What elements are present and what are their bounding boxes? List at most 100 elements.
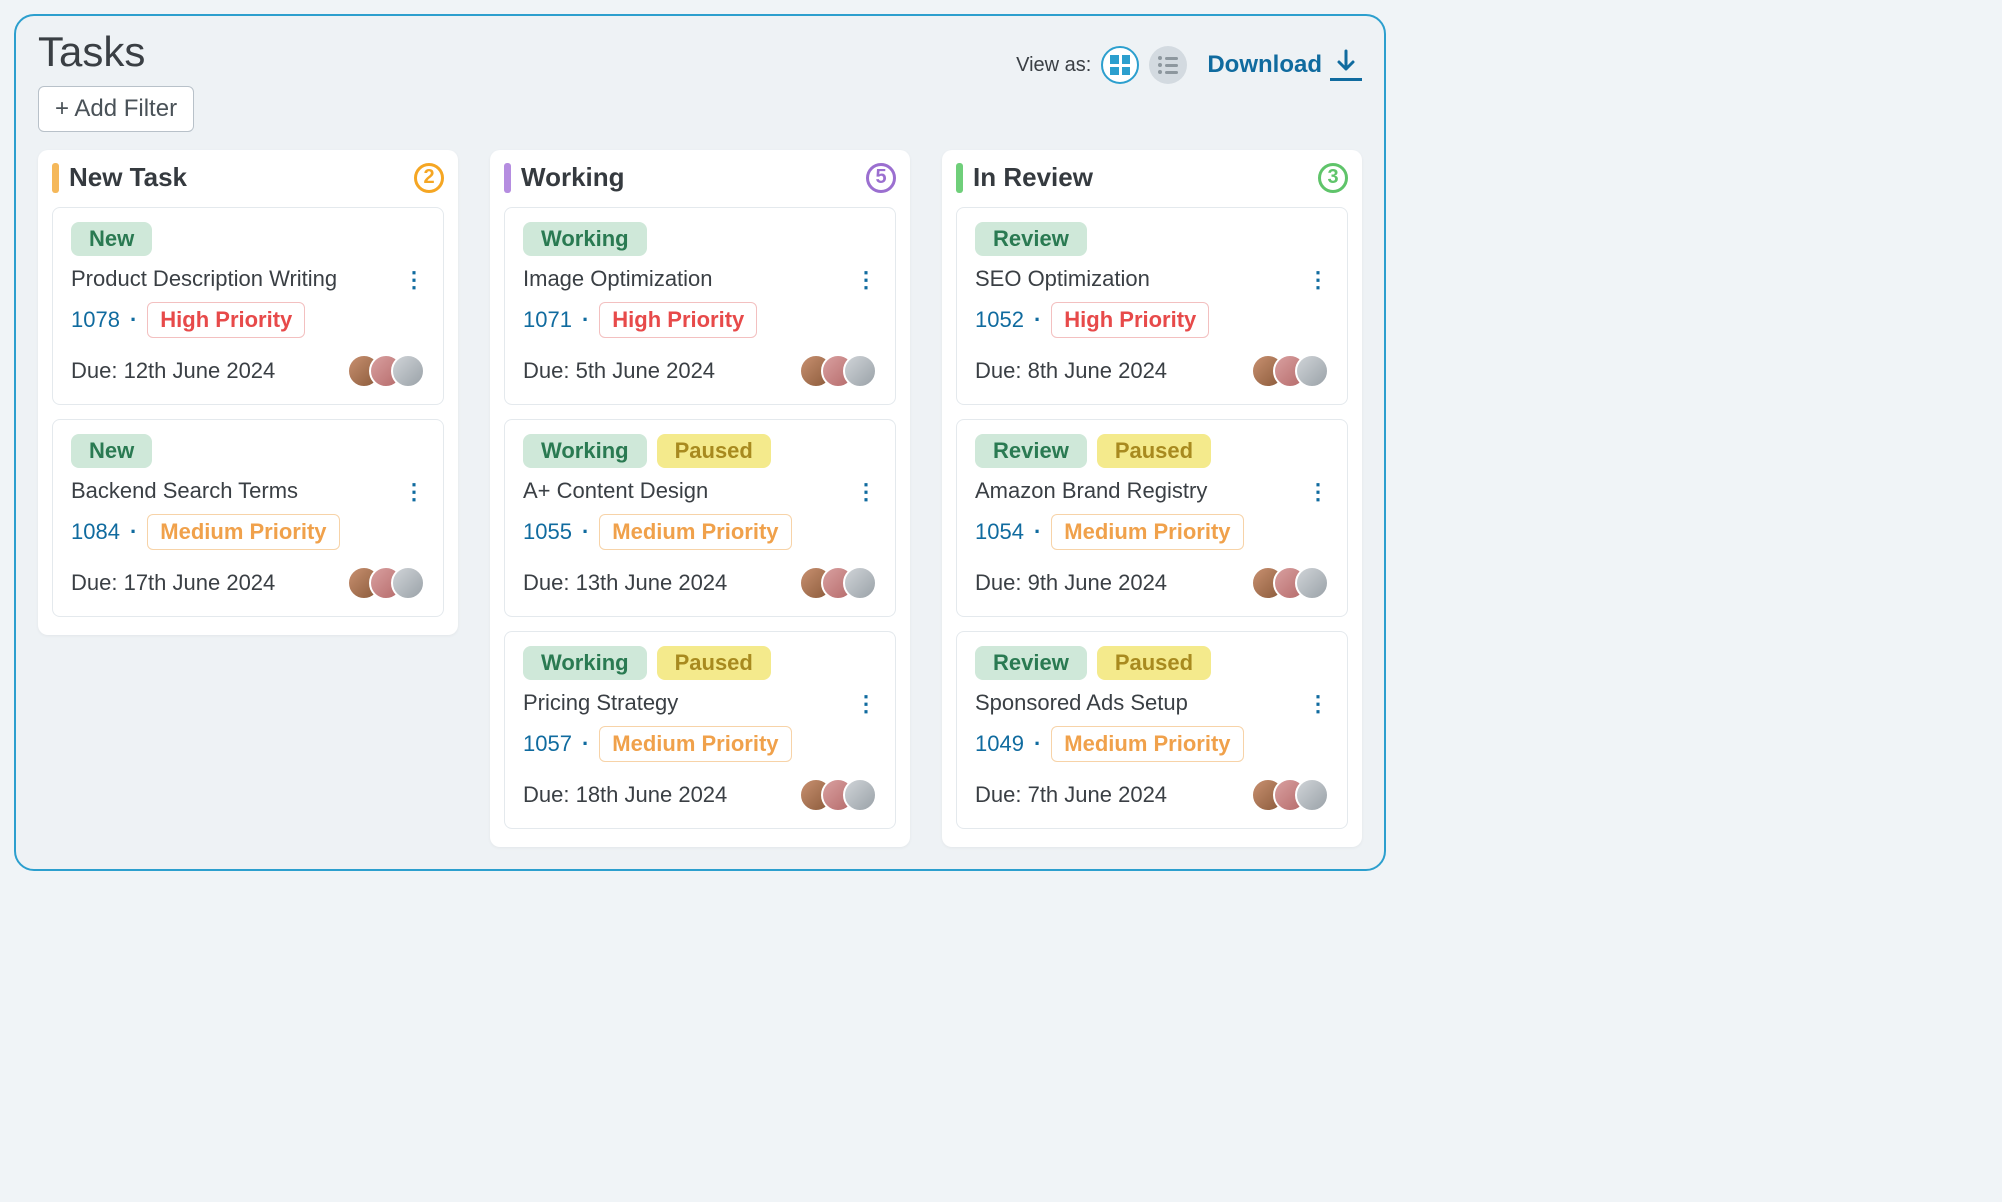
download-button[interactable]: Download <box>1207 49 1362 81</box>
separator-dot: · <box>582 307 589 333</box>
status-pill: Review <box>975 434 1087 468</box>
assignee-avatars[interactable] <box>1251 566 1329 600</box>
avatar[interactable] <box>843 566 877 600</box>
assignee-avatars[interactable] <box>1251 778 1329 812</box>
more-options-icon[interactable]: ⋮ <box>855 274 877 285</box>
more-options-icon[interactable]: ⋮ <box>855 698 877 709</box>
due-date: Due: 7th June 2024 <box>975 782 1167 808</box>
task-card[interactable]: NewBackend Search Terms⋮1084·Medium Prio… <box>52 419 444 617</box>
task-title: Amazon Brand Registry <box>975 478 1207 504</box>
priority-badge: Medium Priority <box>1051 726 1243 762</box>
paused-pill: Paused <box>1097 646 1211 680</box>
avatar[interactable] <box>1295 778 1329 812</box>
due-row: Due: 12th June 2024 <box>71 354 425 388</box>
priority-badge: High Priority <box>599 302 757 338</box>
due-date: Due: 12th June 2024 <box>71 358 275 384</box>
task-card[interactable]: Review Paused Sponsored Ads Setup ⋮ 1049 · Med… <box>956 631 1348 829</box>
assignee-avatars[interactable] <box>799 354 877 388</box>
priority-badge: High Priority <box>147 302 305 338</box>
pill-row: WorkingPaused <box>523 434 877 468</box>
due-row: Due: 17th June 2024 <box>71 566 425 600</box>
task-card[interactable]: WorkingPausedA+ Content Design⋮1055·Medi… <box>504 419 896 617</box>
task-id[interactable]: 1055 <box>523 519 572 545</box>
avatar[interactable] <box>843 778 877 812</box>
task-id[interactable]: 1078 <box>71 307 120 333</box>
column-count-badge: 3 <box>1318 163 1348 193</box>
column-new: New Task2NewProduct Description Writing⋮… <box>38 150 458 635</box>
status-pill: Working <box>523 646 647 680</box>
assignee-avatars[interactable] <box>799 566 877 600</box>
assignee-avatars[interactable] <box>1251 354 1329 388</box>
tasks-panel: Tasks + Add Filter View as: Download <box>14 14 1386 871</box>
avatar[interactable] <box>1295 566 1329 600</box>
priority-badge: Medium Priority <box>599 726 791 762</box>
kanban-board: New Task2NewProduct Description Writing⋮… <box>38 150 1362 847</box>
more-options-icon[interactable]: ⋮ <box>403 486 425 497</box>
separator-dot: · <box>1034 307 1041 333</box>
download-label: Download <box>1207 51 1322 79</box>
due-row: Due: 9th June 2024 <box>975 566 1329 600</box>
task-id[interactable]: 1054 <box>975 519 1024 545</box>
task-card[interactable]: Working Paused Pricing Strategy⋮ 1057 · Mediu… <box>504 631 896 829</box>
assignee-avatars[interactable] <box>799 778 877 812</box>
view-list-button[interactable] <box>1149 46 1187 84</box>
task-card[interactable]: Working Image Optimization⋮ 1071 · High Prio… <box>504 207 896 405</box>
due-date: Due: 17th June 2024 <box>71 570 275 596</box>
separator-dot: · <box>582 731 589 757</box>
assignee-avatars[interactable] <box>347 566 425 600</box>
separator-dot: · <box>130 307 137 333</box>
task-card[interactable]: ReviewSEO Optimization⋮1052·High Priorit… <box>956 207 1348 405</box>
column-header: New Task2 <box>52 162 444 193</box>
task-id[interactable]: 1049 <box>975 731 1024 757</box>
more-options-icon[interactable]: ⋮ <box>1307 486 1329 497</box>
column-count-badge: 2 <box>414 163 444 193</box>
due-date: Due: 9th June 2024 <box>975 570 1167 596</box>
task-title-row: Pricing Strategy⋮ <box>523 690 877 716</box>
status-pill: Review <box>975 222 1087 256</box>
task-card[interactable]: NewProduct Description Writing⋮1078·High… <box>52 207 444 405</box>
task-title-row: Sponsored Ads Setup ⋮ <box>975 690 1329 716</box>
task-meta-row: 1052·High Priority <box>975 302 1329 338</box>
task-id[interactable]: 1084 <box>71 519 120 545</box>
more-options-icon[interactable]: ⋮ <box>403 274 425 285</box>
status-pill: Working <box>523 434 647 468</box>
avatar[interactable] <box>391 566 425 600</box>
due-date: Due: 18th June 2024 <box>523 782 727 808</box>
download-icon <box>1330 49 1362 81</box>
task-title-row: Backend Search Terms ⋮ <box>71 478 425 504</box>
task-id[interactable]: 1057 <box>523 731 572 757</box>
status-pill: Review <box>975 646 1087 680</box>
task-id[interactable]: 1071 <box>523 307 572 333</box>
more-options-icon[interactable]: ⋮ <box>1307 698 1329 709</box>
avatar[interactable] <box>1295 354 1329 388</box>
separator-dot: · <box>1034 731 1041 757</box>
column-count-badge: 5 <box>866 163 896 193</box>
view-grid-button[interactable] <box>1101 46 1139 84</box>
column-working: Working 5 Working Image Optimization⋮ 1071 · H… <box>490 150 910 847</box>
due-row: Due: 5th June 2024 <box>523 354 877 388</box>
paused-pill: Paused <box>657 646 771 680</box>
header: Tasks + Add Filter View as: Download <box>38 28 1362 132</box>
avatar[interactable] <box>391 354 425 388</box>
task-title: A+ Content Design <box>523 478 708 504</box>
more-options-icon[interactable]: ⋮ <box>1307 274 1329 285</box>
column-review: In Review3ReviewSEO Optimization⋮1052·Hi… <box>942 150 1362 847</box>
more-options-icon[interactable]: ⋮ <box>855 486 877 497</box>
pill-row: New <box>71 434 425 468</box>
list-icon <box>1158 56 1178 74</box>
add-filter-button[interactable]: + Add Filter <box>38 86 194 132</box>
task-title: Backend Search Terms <box>71 478 298 504</box>
task-title: Sponsored Ads Setup <box>975 690 1188 716</box>
pill-row: Review Paused <box>975 646 1329 680</box>
task-card[interactable]: ReviewPausedAmazon Brand Registry⋮1054·M… <box>956 419 1348 617</box>
task-title-row: A+ Content Design ⋮ <box>523 478 877 504</box>
separator-dot: · <box>130 519 137 545</box>
assignee-avatars[interactable] <box>347 354 425 388</box>
status-pill: Working <box>523 222 647 256</box>
task-title-row: Image Optimization⋮ <box>523 266 877 292</box>
avatar[interactable] <box>843 354 877 388</box>
separator-dot: · <box>1034 519 1041 545</box>
due-row: Due: 13th June 2024 <box>523 566 877 600</box>
status-pill: New <box>71 434 152 468</box>
task-id[interactable]: 1052 <box>975 307 1024 333</box>
